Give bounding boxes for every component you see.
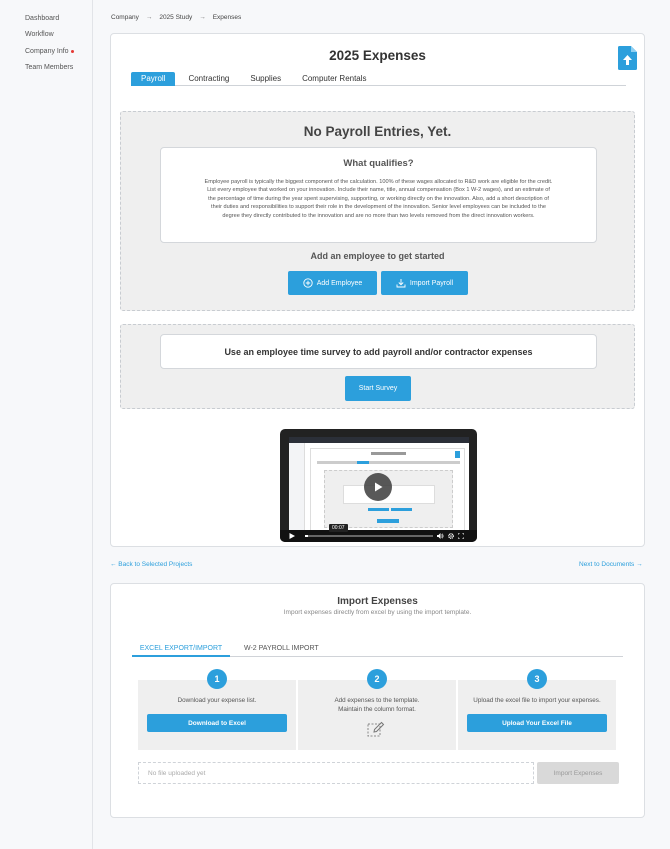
sidebar-item-label: Team Members <box>25 64 74 72</box>
step-number-badge: 3 <box>527 669 547 689</box>
import-expenses-button[interactable]: Import Expenses <box>537 762 619 784</box>
qualifies-box: What qualifies? Employee payroll is typi… <box>160 147 597 243</box>
upload-file-icon[interactable] <box>618 46 637 70</box>
step-number-badge: 2 <box>367 669 387 689</box>
import-steps: 1 Download your expense list. Download t… <box>138 669 618 750</box>
file-upload-placeholder: No file uploaded yet <box>148 769 206 777</box>
video-controls: 00:07 <box>280 524 477 542</box>
upload-excel-file-label: Upload Your Excel File <box>502 719 572 727</box>
sidebar: Dashboard Workflow Company Info Team Mem… <box>0 0 93 849</box>
settings-gear-icon[interactable] <box>448 533 454 539</box>
tab-w2-payroll-import[interactable]: W-2 PAYROLL IMPORT <box>244 642 319 657</box>
breadcrumb-company[interactable]: Company <box>111 14 139 21</box>
expenses-card: 2025 Expenses Payroll Contracting Suppli… <box>110 33 645 547</box>
import-expenses-label: Import Expenses <box>553 769 603 777</box>
play-icon <box>375 482 383 492</box>
play-button[interactable] <box>364 473 392 501</box>
payroll-empty-panel: No Payroll Entries, Yet. What qualifies?… <box>120 111 635 311</box>
qualifies-description: Employee payroll is typically the bigges… <box>204 179 553 219</box>
upload-excel-file-button[interactable]: Upload Your Excel File <box>467 714 607 732</box>
add-employee-prompt: Add an employee to get started <box>310 251 445 261</box>
tab-computer-rentals[interactable]: Computer Rentals <box>292 72 376 86</box>
import-title: Import Expenses <box>337 596 418 607</box>
breadcrumb-expenses: Expenses <box>212 14 242 21</box>
add-employee-button[interactable]: Add Employee <box>288 271 377 295</box>
breadcrumb-separator-icon: → <box>145 14 153 21</box>
breadcrumb-study[interactable]: 2025 Study <box>159 14 192 21</box>
tab-excel-export-import[interactable]: EXCEL EXPORT/IMPORT <box>132 642 230 657</box>
start-survey-label: Start Survey <box>358 385 398 392</box>
step-upload: 3 Upload the excel file to import your e… <box>458 669 616 750</box>
sidebar-item-workflow[interactable]: Workflow <box>0 27 92 44</box>
sidebar-item-dashboard[interactable]: Dashboard <box>0 10 92 27</box>
survey-text: Use an employee time survey to add payro… <box>224 346 533 357</box>
start-survey-button[interactable]: Start Survey <box>345 376 411 401</box>
edit-template-icon <box>367 721 385 737</box>
expense-tabs: Payroll Contracting Supplies Computer Re… <box>131 72 626 86</box>
import-subtitle: Import expenses directly from excel by u… <box>283 609 472 616</box>
sidebar-item-company-info[interactable]: Company Info <box>0 43 92 60</box>
step-download: 1 Download your expense list. Download t… <box>138 669 296 750</box>
sidebar-item-label: Company Info <box>25 47 69 55</box>
tutorial-video[interactable]: 00:07 <box>280 429 477 542</box>
volume-icon[interactable] <box>437 533 444 539</box>
video-progress-fill <box>305 535 308 537</box>
import-payroll-label: Import Payroll <box>409 279 454 287</box>
step-number-badge: 1 <box>207 669 227 689</box>
video-time: 00:07 <box>329 524 348 532</box>
file-upload-field[interactable]: No file uploaded yet <box>138 762 534 784</box>
import-expenses-card: Import Expenses Import expenses directly… <box>110 583 645 818</box>
step-text: Download your expense list. <box>177 697 257 704</box>
download-to-excel-button[interactable]: Download to Excel <box>147 714 287 732</box>
qualifies-title: What qualifies? <box>343 158 414 169</box>
no-entries-title: No Payroll Entries, Yet. <box>303 124 452 139</box>
survey-panel: Use an employee time survey to add payro… <box>120 324 635 409</box>
add-employee-label: Add Employee <box>316 279 363 287</box>
sidebar-item-label: Dashboard <box>25 14 60 22</box>
breadcrumb: Company → 2025 Study → Expenses <box>111 14 241 21</box>
step-text-line: Maintain the column format. <box>338 706 416 713</box>
next-to-documents-link[interactable]: Next to Documents → <box>579 561 643 568</box>
back-to-selected-projects-link[interactable]: ← Back to Selected Projects <box>110 561 192 568</box>
breadcrumb-separator-icon: → <box>199 14 206 21</box>
sidebar-item-label: Workflow <box>25 31 54 39</box>
tab-contracting[interactable]: Contracting <box>178 72 239 86</box>
step-text-line: Add expenses to the template. <box>334 697 420 704</box>
step-text: Upload the excel file to import your exp… <box>473 697 601 704</box>
step-text: Add expenses to the template. Maintain t… <box>298 696 456 714</box>
page-title: 2025 Expenses <box>329 48 426 63</box>
import-tabs: EXCEL EXPORT/IMPORT W-2 PAYROLL IMPORT <box>132 642 623 657</box>
tab-supplies[interactable]: Supplies <box>240 72 291 86</box>
play-small-icon[interactable] <box>289 533 295 539</box>
fullscreen-icon[interactable] <box>458 533 464 539</box>
download-to-excel-label: Download to Excel <box>188 719 246 727</box>
sidebar-item-team-members[interactable]: Team Members <box>0 60 92 77</box>
import-payroll-button[interactable]: Import Payroll <box>381 271 468 295</box>
download-icon <box>396 279 406 288</box>
tab-payroll[interactable]: Payroll <box>131 72 176 86</box>
survey-box: Use an employee time survey to add payro… <box>160 334 597 369</box>
plus-circle-icon <box>303 278 313 288</box>
step-add-expenses: 2 Add expenses to the template. Maintain… <box>298 669 456 750</box>
alert-dot-icon <box>70 49 75 53</box>
video-progress-bar[interactable]: 00:07 <box>305 524 433 537</box>
